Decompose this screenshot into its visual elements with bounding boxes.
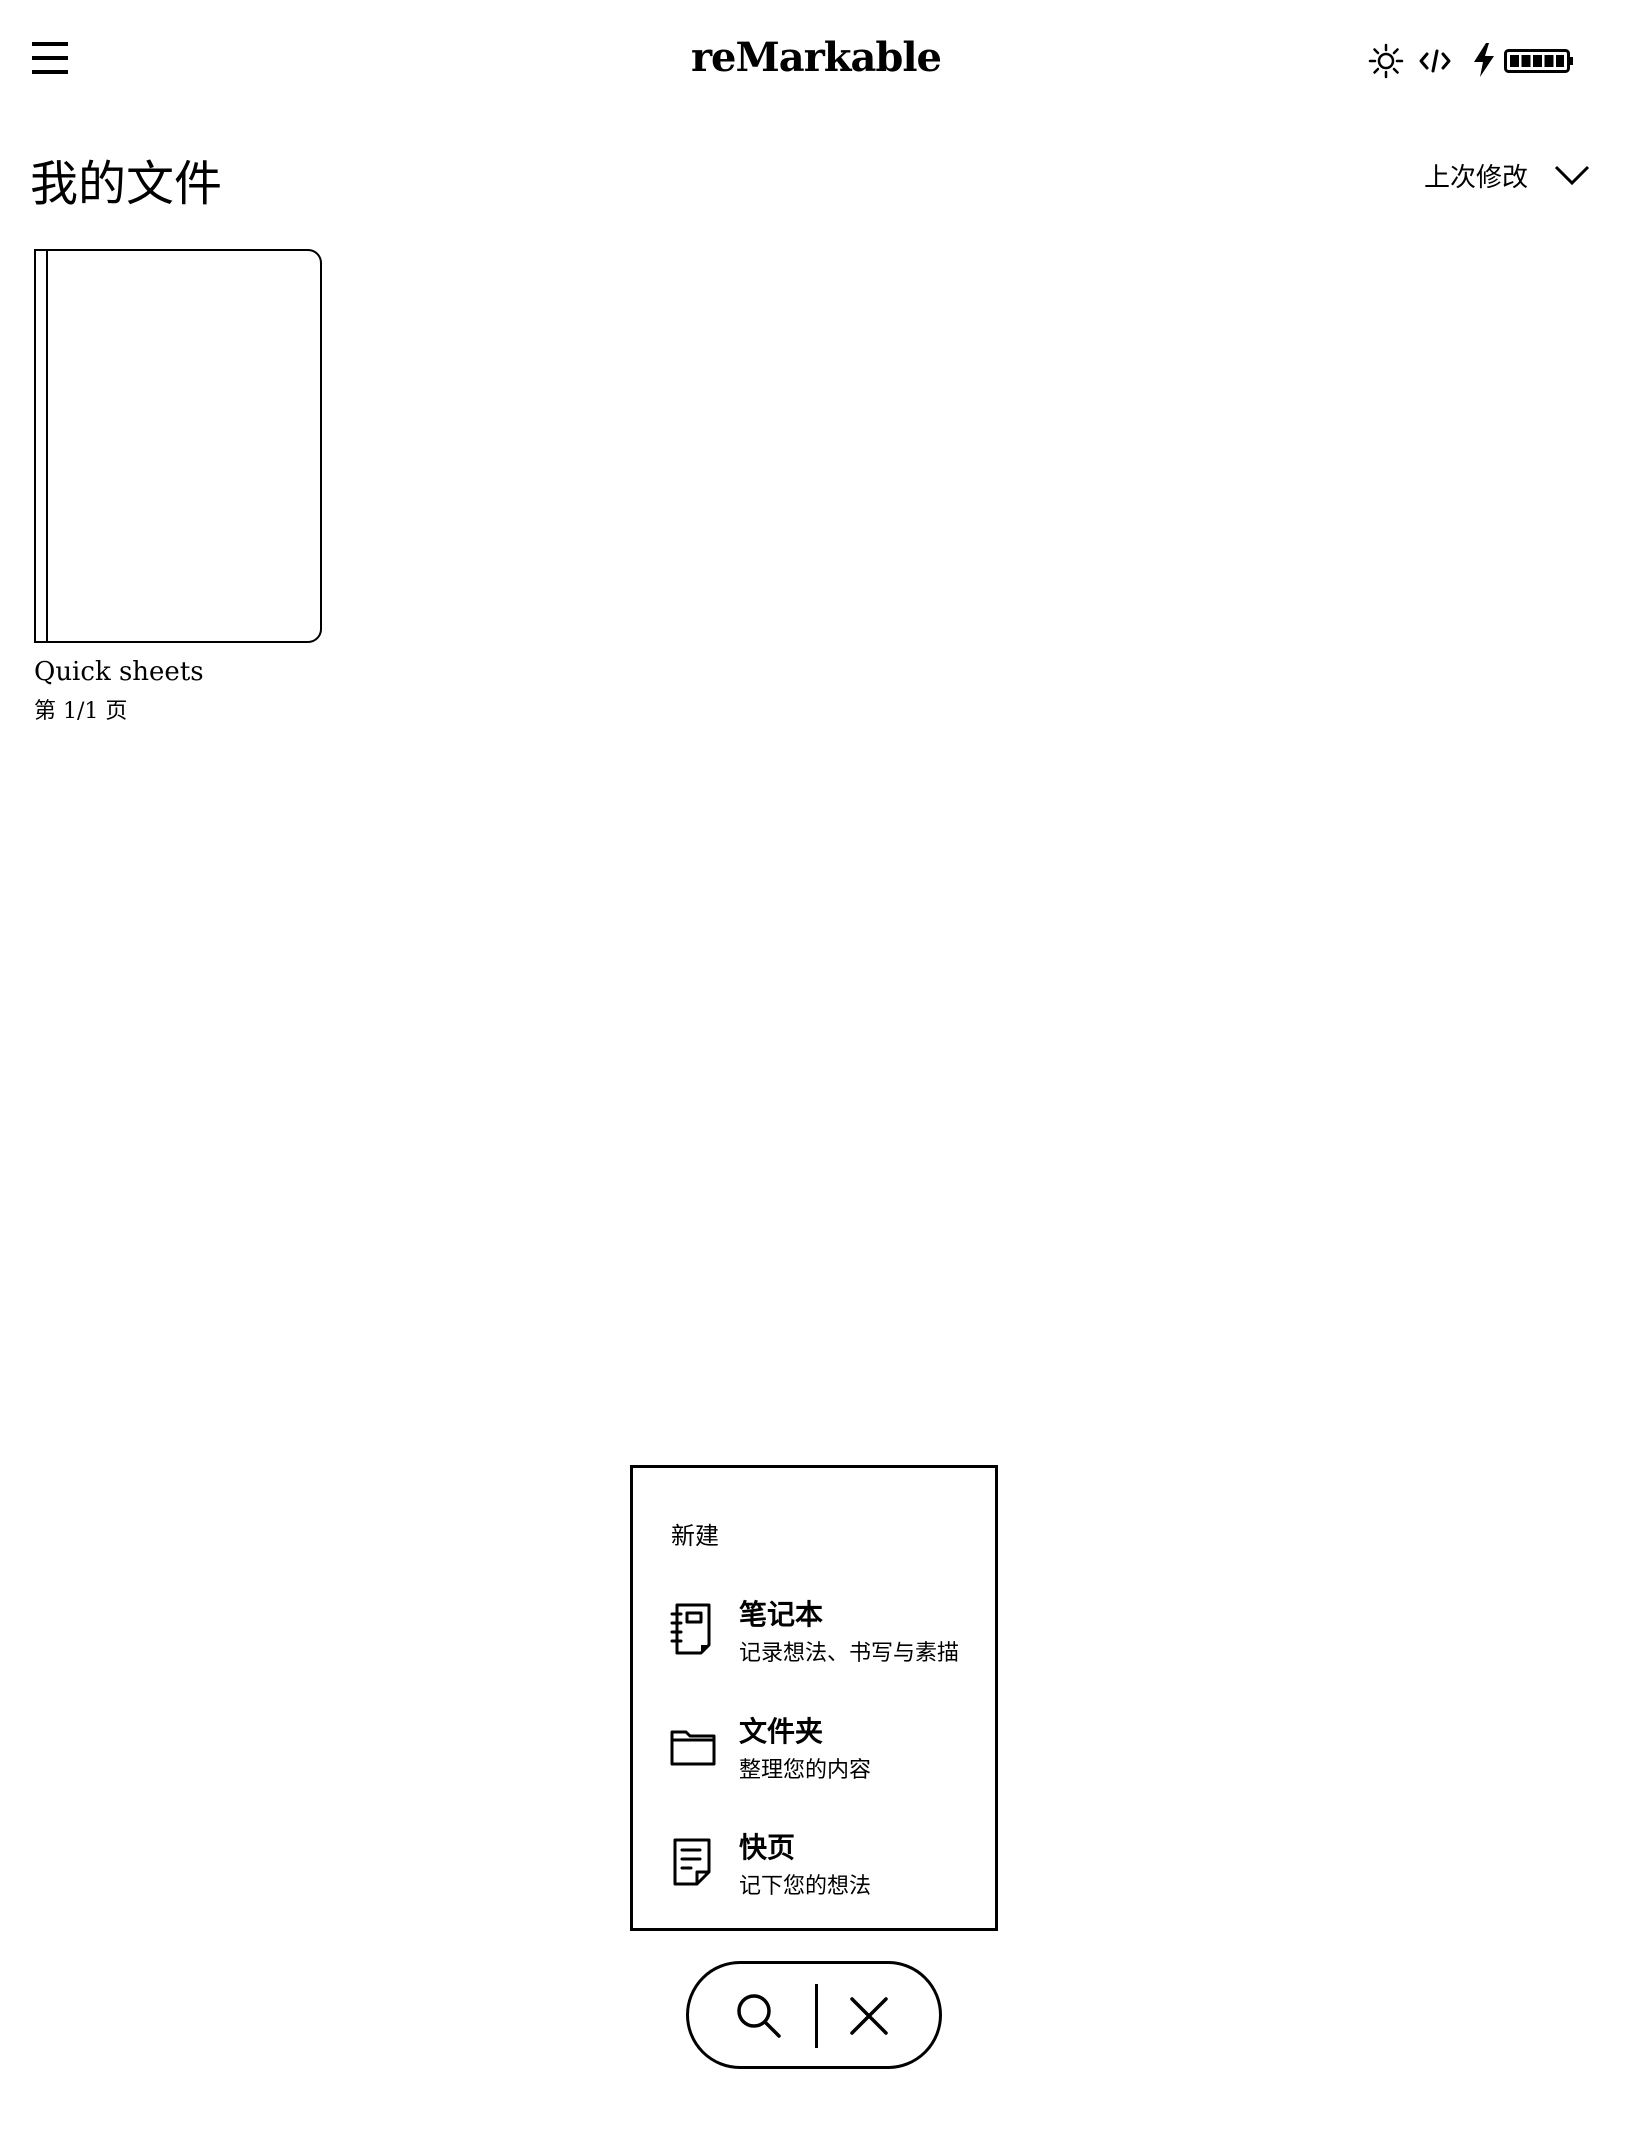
battery-icon bbox=[1504, 49, 1574, 73]
menu-item-subtitle: 整理您的内容 bbox=[739, 1758, 872, 1783]
folder-icon bbox=[670, 1730, 716, 1766]
new-quick-sheet-item[interactable]: 快页 记下您的想法 bbox=[669, 1826, 969, 1916]
charging-icon bbox=[1472, 42, 1496, 78]
quick-sheet-icon bbox=[673, 1838, 711, 1886]
notebook-spine bbox=[46, 251, 48, 641]
notebook-icon bbox=[670, 1603, 711, 1655]
divider bbox=[815, 1984, 818, 2048]
chevron-down-icon bbox=[1554, 165, 1590, 186]
page-title: 我的文件 bbox=[30, 156, 223, 212]
sort-dropdown[interactable]: 上次修改 bbox=[1424, 155, 1592, 195]
menu-item-title: 快页 bbox=[739, 1831, 796, 1864]
developer-mode-icon bbox=[1418, 45, 1452, 77]
close-icon bbox=[850, 1997, 888, 2035]
new-item-menu: 新建 笔记本 记录想法、书写与素描 文件夹 整理您的内容 快页 记下您的想法 bbox=[630, 1465, 998, 1931]
document-page-count: 第 1/1 页 bbox=[34, 699, 128, 724]
search-button[interactable] bbox=[729, 1986, 789, 2046]
document-tile[interactable]: Quick sheets 第 1/1 页 bbox=[34, 249, 322, 725]
document-thumbnail bbox=[34, 249, 322, 643]
bottom-action-bar bbox=[686, 1961, 942, 2069]
menu-title: 新建 bbox=[671, 1522, 719, 1550]
close-button[interactable] bbox=[839, 1986, 899, 2046]
search-icon bbox=[737, 1994, 781, 2038]
brightness-icon[interactable] bbox=[1368, 43, 1404, 79]
new-notebook-item[interactable]: 笔记本 记录想法、书写与素描 bbox=[669, 1593, 969, 1683]
sort-label: 上次修改 bbox=[1424, 162, 1529, 193]
menu-item-subtitle: 记录想法、书写与素描 bbox=[739, 1641, 960, 1666]
menu-item-title: 文件夹 bbox=[739, 1715, 824, 1748]
document-name: Quick sheets bbox=[34, 657, 204, 687]
menu-item-subtitle: 记下您的想法 bbox=[739, 1874, 872, 1899]
new-folder-item[interactable]: 文件夹 整理您的内容 bbox=[669, 1710, 969, 1800]
menu-item-title: 笔记本 bbox=[739, 1598, 824, 1631]
